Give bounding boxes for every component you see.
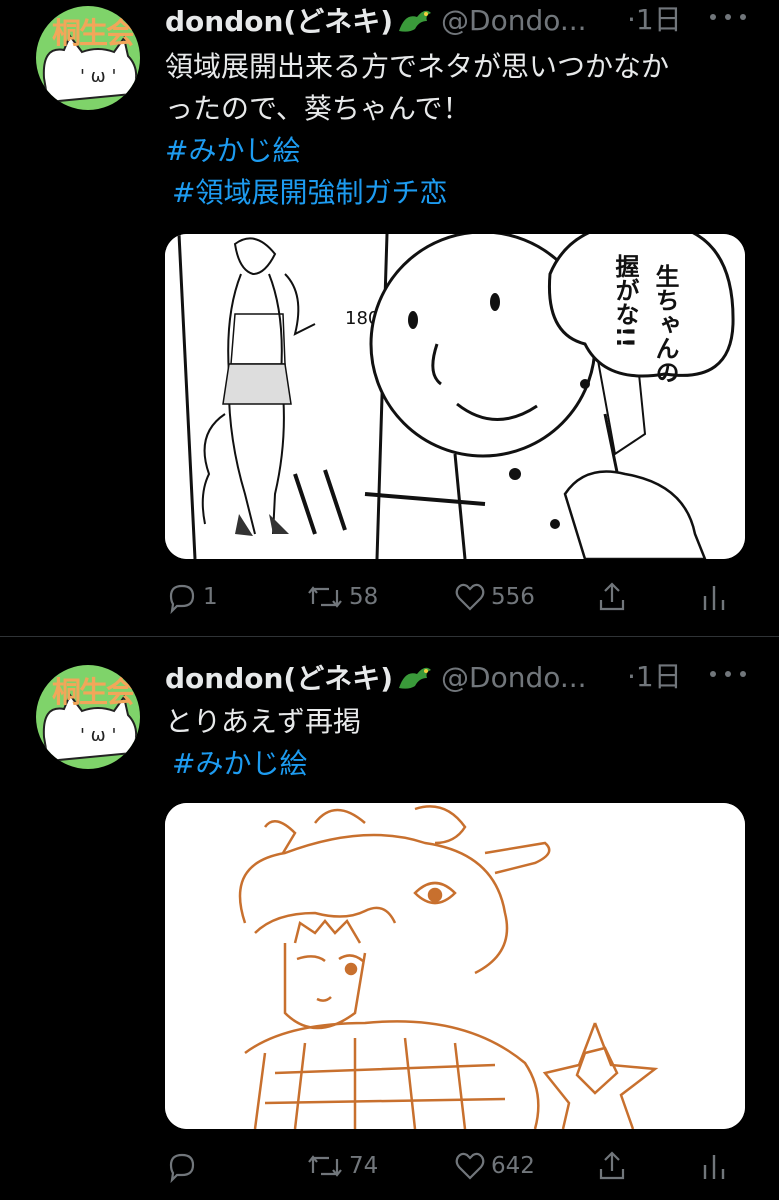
tweet-image[interactable]: 180cm 生ちゃんの 握がな!!	[165, 234, 745, 559]
analytics-icon	[703, 586, 725, 610]
author-name[interactable]: dondon(どネキ)	[165, 0, 393, 40]
tweet-header: dondon(どネキ) @Dondo...	[165, 657, 587, 697]
reply-icon	[169, 584, 195, 614]
avatar[interactable]: ' ω ' 桐生会	[36, 665, 140, 769]
author-handle[interactable]: @Dondo...	[441, 4, 587, 37]
author-name[interactable]: dondon(どネキ)	[165, 657, 393, 697]
heart-icon	[455, 583, 485, 611]
bubble-text-line-1: 生ちゃんの	[651, 264, 679, 384]
hashtag-link[interactable]: #みかじ絵	[165, 130, 300, 172]
tweet-time[interactable]: ·1日	[627, 657, 682, 697]
dragon-icon	[399, 667, 432, 689]
tweet-actions: 1 58 556	[165, 577, 745, 617]
retweet-button[interactable]: 74	[305, 1146, 378, 1186]
manga-sketch-image: 180cm 生ちゃんの 握がな!!	[165, 234, 745, 559]
tweet-1[interactable]: ' ω ' 桐生会 dondon(どネキ) @Dondo... ·1日 領域展開…	[0, 0, 779, 636]
like-count: 556	[491, 584, 535, 610]
reply-button[interactable]: 1	[165, 577, 218, 617]
like-button[interactable]: 642	[453, 1146, 535, 1186]
share-button[interactable]	[595, 577, 633, 617]
avatar-label: 桐生会	[52, 16, 135, 50]
share-icon	[599, 582, 625, 611]
analytics-button[interactable]	[700, 577, 734, 617]
retweet-icon	[308, 586, 342, 608]
tweet-text-line-1: とりあえず再掲	[165, 705, 362, 738]
tweet-actions: 74 642	[165, 1146, 745, 1186]
share-button[interactable]	[595, 1146, 633, 1186]
reply-icon	[169, 1153, 195, 1183]
svg-text:' ω ': ' ω '	[80, 725, 116, 746]
hashtag-link[interactable]: #領域展開強制ガチ恋	[172, 172, 447, 214]
heart-icon	[455, 1152, 485, 1180]
analytics-button[interactable]	[700, 1146, 734, 1186]
tweet-image[interactable]	[165, 803, 745, 1129]
retweet-icon	[308, 1155, 342, 1177]
svg-text:' ω ': ' ω '	[80, 66, 116, 87]
bubble-text-line-2: 握がな!!	[611, 254, 639, 348]
tweet-text-line-2: ったので、葵ちゃんで！	[165, 92, 471, 125]
more-icon[interactable]	[710, 14, 746, 26]
reply-button[interactable]	[165, 1146, 203, 1186]
more-icon[interactable]	[710, 671, 746, 683]
tweet-text-line-1: 領域展開出来る方でネタが思いつかなか	[165, 50, 670, 83]
tweet-header: dondon(どネキ) @Dondo...	[165, 0, 587, 40]
share-icon	[599, 1151, 625, 1180]
tweet-time[interactable]: ·1日	[627, 0, 682, 40]
retweet-button[interactable]: 58	[305, 577, 378, 617]
dragon-icon	[399, 10, 432, 32]
avatar[interactable]: ' ω ' 桐生会	[36, 6, 140, 110]
analytics-icon	[703, 1155, 725, 1179]
orange-sketch-image	[165, 803, 745, 1129]
like-count: 642	[491, 1153, 535, 1179]
avatar-label: 桐生会	[52, 675, 135, 709]
hashtag-link[interactable]: #みかじ絵	[172, 743, 307, 785]
reply-count: 1	[203, 584, 218, 610]
retweet-count: 74	[349, 1153, 379, 1179]
like-button[interactable]: 556	[453, 577, 535, 617]
retweet-count: 58	[349, 584, 379, 610]
tweet-2[interactable]: ' ω ' 桐生会 dondon(どネキ) @Dondo... ·1日 とりあえ…	[0, 637, 779, 1200]
author-handle[interactable]: @Dondo...	[441, 661, 587, 694]
